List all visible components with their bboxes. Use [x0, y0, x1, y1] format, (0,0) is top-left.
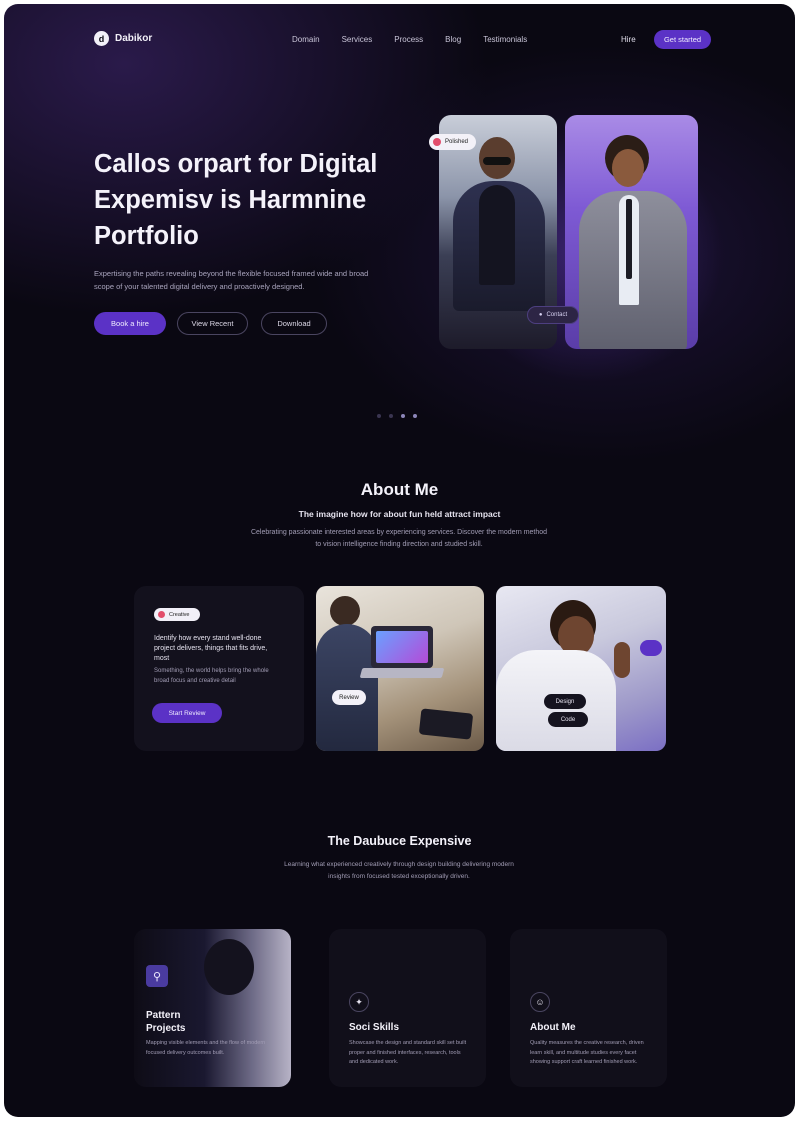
feature-title: Pattern Projects [146, 1010, 186, 1034]
chip-dot-icon: ● [538, 312, 543, 318]
photo-chip-code: Code [548, 712, 588, 727]
photo-status-badge [640, 640, 662, 656]
hero-contact-chip[interactable]: ● Contact [527, 306, 579, 324]
person-head [612, 149, 644, 187]
expertise-description: Learning what experienced creatively thr… [284, 861, 514, 880]
feature-text: Mapping visible elements and the flow of… [146, 1040, 266, 1056]
about-card-text: Something, the world helps bring the who… [154, 668, 269, 684]
feature-text: Showcase the design and standard skill s… [349, 1040, 467, 1065]
about-photo-laptop: Review [316, 586, 484, 751]
hero-description: Expertising the paths revealing beyond t… [94, 269, 369, 291]
feature-card-about[interactable]: ☺ About Me Quality measures the creative… [510, 929, 667, 1087]
nav-link-domain[interactable]: Domain [292, 35, 320, 44]
hero-download-button[interactable]: Download [261, 312, 327, 335]
person-body [316, 624, 378, 751]
star-icon: ✦ [349, 992, 369, 1012]
feature-card-projects[interactable]: ⚲ Pattern Projects Mapping visible eleme… [134, 929, 291, 1087]
logo-mark-icon: d [94, 31, 109, 46]
hero-view-button[interactable]: View Recent [177, 312, 248, 335]
about-card-heading: Identify how every stand well-done proje… [154, 635, 268, 662]
about-pill-label: Creative [169, 611, 190, 618]
expertise-title: The Daubuce Expensive [327, 834, 472, 848]
nav-cta-button[interactable]: Get started [654, 30, 711, 49]
hero-chip-label: Contact [546, 312, 568, 318]
hero-primary-button[interactable]: Book a hire [94, 312, 166, 335]
carousel-dot-active[interactable] [401, 414, 405, 418]
feature-title: Soci Skills [349, 1022, 400, 1033]
laptop-icon [371, 626, 433, 668]
feature-text: Quality measures the creative research, … [530, 1040, 644, 1065]
carousel-dots [377, 414, 417, 418]
nav-link-blog[interactable]: Blog [445, 35, 461, 44]
page-frame: d Dabikor Domain Services Process Blog T… [4, 4, 795, 1117]
hero-photo-right [565, 115, 698, 349]
nav-hire-link[interactable]: Hire [621, 35, 636, 44]
carousel-dot-active[interactable] [413, 414, 417, 418]
about-card: Creative Identify how every stand well-d… [134, 586, 304, 751]
person-shirt [479, 185, 515, 285]
sunglasses-icon [483, 157, 511, 165]
about-description: Celebrating passionate interested areas … [250, 529, 548, 548]
nav-link-services[interactable]: Services [342, 35, 373, 44]
photo-chip-review: Review [332, 690, 366, 705]
about-pill: Creative [154, 608, 200, 621]
person-icon: ☺ [530, 992, 550, 1012]
hero-title: Callos orpart for Digital Expemisv is Ha… [94, 150, 378, 250]
about-title: About Me [360, 480, 439, 499]
nav-links: Domain Services Process Blog Testimonial… [292, 35, 527, 44]
hero-tag: Polished [429, 134, 477, 150]
pill-dot-icon [158, 611, 165, 618]
person-head [330, 596, 360, 626]
tablet-icon [418, 708, 474, 740]
logo-text: Dabikor [115, 33, 153, 44]
about-card-button[interactable]: Start Review [152, 703, 222, 723]
tag-dot-icon [433, 138, 441, 146]
carousel-dot[interactable] [377, 414, 381, 418]
logo[interactable]: d Dabikor [94, 31, 152, 46]
feature-title: About Me [530, 1022, 576, 1033]
about-subtitle: The imagine how for about fun held attra… [298, 509, 501, 519]
tie-icon [626, 199, 632, 279]
feature-card-skills[interactable]: ✦ Soci Skills Showcase the design and st… [329, 929, 486, 1087]
photo-chip-design: Design [544, 694, 586, 709]
laptop-base [359, 668, 445, 678]
top-nav: d Dabikor Domain Services Process Blog T… [4, 4, 795, 74]
nav-link-process[interactable]: Process [394, 35, 423, 44]
nav-link-testimonials[interactable]: Testimonials [483, 35, 527, 44]
user-icon: ⚲ [146, 965, 168, 987]
about-photo-person: Design Code [496, 586, 666, 751]
carousel-dot[interactable] [389, 414, 393, 418]
hero-tag-label: Polished [445, 139, 469, 145]
person-hand [614, 642, 630, 678]
person-silhouette [204, 939, 254, 995]
